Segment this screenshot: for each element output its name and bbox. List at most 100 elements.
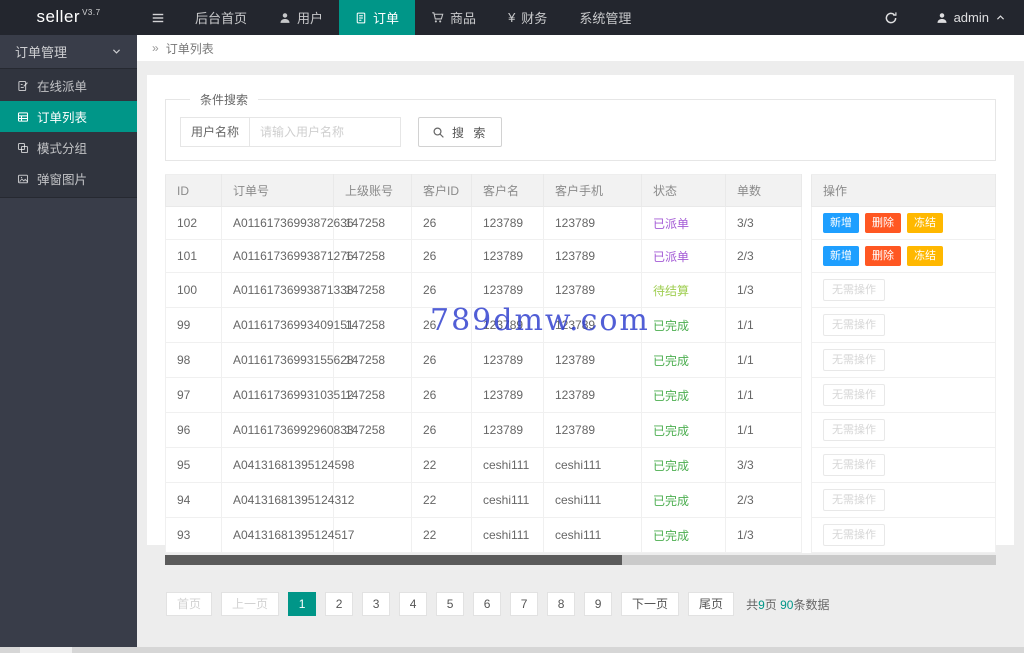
table-row: 102A011617369938726361472582612378912378…	[166, 207, 996, 240]
cell-status: 已完成	[642, 448, 726, 483]
add-button[interactable]: 新增	[823, 246, 859, 266]
column-spacer	[802, 378, 812, 413]
search-button[interactable]: 搜 索	[418, 117, 502, 147]
orders-table-body: 102A011617369938726361472582612378912378…	[166, 207, 996, 553]
add-button[interactable]: 新增	[823, 213, 859, 233]
nav-item-2[interactable]: 用户	[263, 0, 339, 35]
pagination-page-4[interactable]: 4	[399, 592, 427, 616]
username-field-label: 用户名称	[180, 117, 250, 147]
table-horizontal-scrollbar[interactable]	[165, 555, 996, 565]
pagination-page-6[interactable]: 6	[473, 592, 501, 616]
sidebar-item-4[interactable]: 弹窗图片	[0, 163, 137, 194]
cell-count: 2/3	[726, 240, 802, 273]
pagination-page-2[interactable]: 2	[325, 592, 353, 616]
topbar-right: admin	[864, 0, 1024, 35]
cell-count: 2/3	[726, 483, 802, 518]
cell-customer-name: 123789	[472, 240, 544, 273]
table-row: 100A011617369938713381472582612378912378…	[166, 273, 996, 308]
pagination-page-5[interactable]: 5	[436, 592, 464, 616]
cell-id: 100	[166, 273, 222, 308]
user-menu[interactable]: admin	[918, 0, 1024, 35]
app-logo: sellerV3.7	[0, 0, 137, 35]
sidebar-item-1[interactable]: 在线派单	[0, 70, 137, 101]
cell-order-no: A04131681395124517	[222, 518, 334, 553]
cell-customer-phone: ceshi111	[544, 448, 642, 483]
breadcrumb: » 订单列表	[137, 35, 1024, 61]
sidebar-group-order-management[interactable]: 订单管理	[0, 35, 137, 68]
cell-parent-account: 147258	[334, 240, 412, 273]
nav-item-6[interactable]: 系统管理	[563, 0, 647, 35]
cell-customer-name: ceshi111	[472, 483, 544, 518]
page-scrollbar-thumb[interactable]	[20, 647, 72, 653]
column-header: 客户名	[472, 175, 544, 207]
status-badge: 已完成	[653, 529, 689, 543]
cell-customer-phone: 123789	[544, 378, 642, 413]
username-input[interactable]	[249, 117, 401, 147]
cell-customer-id: 22	[412, 518, 472, 553]
freeze-button[interactable]: 冻结	[907, 213, 943, 233]
column-spacer	[802, 240, 812, 273]
pagination-page-8[interactable]: 8	[547, 592, 575, 616]
no-action-button: 无需操作	[823, 349, 885, 371]
table-scrollbar-thumb[interactable]	[165, 555, 622, 565]
sidebar-item-label: 弹窗图片	[37, 169, 87, 188]
column-header: 客户手机	[544, 175, 642, 207]
pagination-next-button[interactable]: 下一页	[621, 592, 679, 616]
cell-customer-name: 123789	[472, 308, 544, 343]
nav-item-1[interactable]: 后台首页	[179, 0, 263, 35]
sidebar-item-label: 订单列表	[37, 107, 87, 126]
cell-parent-account: 147258	[334, 207, 412, 240]
sidebar-item-label: 在线派单	[37, 76, 87, 95]
column-header: 操作	[812, 175, 996, 207]
column-header: 客户ID	[412, 175, 472, 207]
table-row: 93A0413168139512451722ceshi111ceshi111已完…	[166, 518, 996, 553]
cell-actions: 无需操作	[812, 483, 996, 518]
delete-button[interactable]: 删除	[865, 213, 901, 233]
table-row: 101A011617369938712761472582612378912378…	[166, 240, 996, 273]
refresh-button[interactable]	[864, 0, 918, 35]
cell-customer-id: 22	[412, 483, 472, 518]
cell-customer-id: 26	[412, 343, 472, 378]
pagination-page-1[interactable]: 1	[288, 592, 316, 616]
page-horizontal-scrollbar[interactable]	[0, 647, 1024, 653]
cell-customer-name: 123789	[472, 273, 544, 308]
pagination: 首页 上一页 123456789 下一页 尾页 共9页 90条数据	[165, 592, 996, 616]
orders-table: ID订单号上级账号客户ID客户名客户手机状态单数操作 102A011617369…	[165, 174, 996, 553]
pagination-page-3[interactable]: 3	[362, 592, 390, 616]
cell-order-no: A04131681395124312	[222, 483, 334, 518]
nav-item-4[interactable]: 商品	[415, 0, 492, 35]
summary-pages-unit: 页	[765, 598, 777, 612]
nav-item-5[interactable]: ¥财务	[492, 0, 563, 35]
cell-customer-name: 123789	[472, 207, 544, 240]
pagination-page-7[interactable]: 7	[510, 592, 538, 616]
status-badge: 已完成	[653, 459, 689, 473]
cell-id: 95	[166, 448, 222, 483]
cell-order-no: A01161736992960833	[222, 413, 334, 448]
nav-item-3[interactable]: 订单	[339, 0, 415, 35]
cell-status: 已完成	[642, 378, 726, 413]
delete-button[interactable]: 删除	[865, 246, 901, 266]
pagination-page-9[interactable]: 9	[584, 592, 612, 616]
status-badge: 已完成	[653, 494, 689, 508]
cell-customer-phone: 123789	[544, 308, 642, 343]
hamburger-icon	[151, 11, 165, 25]
cell-customer-name: 123789	[472, 413, 544, 448]
nav-item-label: 用户	[297, 8, 323, 27]
status-badge: 已完成	[653, 354, 689, 368]
cell-actions: 新增删除冻结	[812, 207, 996, 240]
topbar-nav: 后台首页 用户订单商品¥财务系统管理	[179, 0, 647, 35]
sidebar-item-3[interactable]: 模式分组	[0, 132, 137, 163]
cell-id: 97	[166, 378, 222, 413]
sidebar-item-2[interactable]: 订单列表	[0, 101, 137, 132]
table-row: 97A0116173699310351214725826123789123789…	[166, 378, 996, 413]
cell-actions: 无需操作	[812, 448, 996, 483]
cell-status: 已完成	[642, 343, 726, 378]
cell-customer-name: 123789	[472, 343, 544, 378]
cell-order-no: A01161736993103512	[222, 378, 334, 413]
summary-prefix: 共	[746, 598, 758, 612]
cell-customer-phone: 123789	[544, 240, 642, 273]
sidebar-toggle-button[interactable]	[137, 0, 179, 35]
pagination-last-button[interactable]: 尾页	[688, 592, 734, 616]
cell-id: 98	[166, 343, 222, 378]
freeze-button[interactable]: 冻结	[907, 246, 943, 266]
